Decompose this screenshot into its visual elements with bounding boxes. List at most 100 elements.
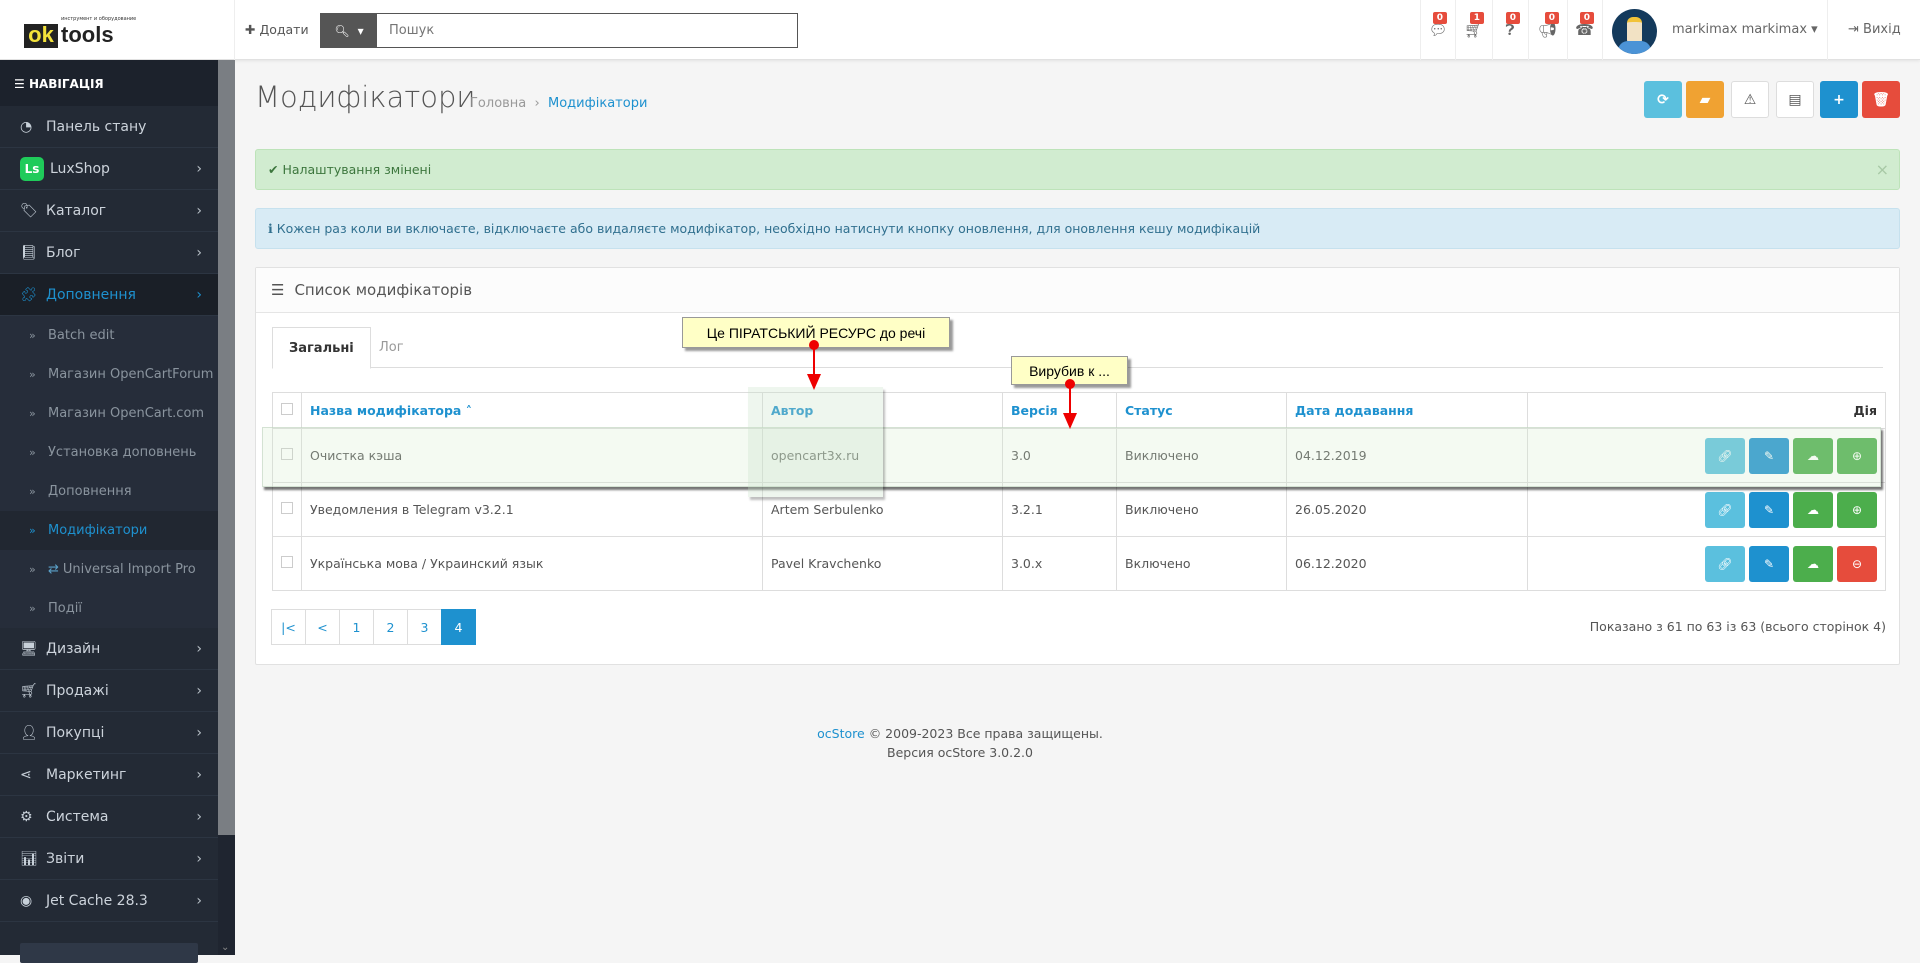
tab-log[interactable]: Лог (363, 327, 420, 368)
refresh-button[interactable]: ⟳ (1644, 81, 1682, 118)
breadcrumb-current[interactable]: Модифікатори (548, 96, 647, 111)
puzzle-icon: 🧩︎ (20, 286, 38, 303)
sidebar-subitem-extensions[interactable]: » Доповнення (0, 472, 218, 511)
double-chevron-icon: » (29, 329, 36, 342)
sidebar-item-marketing[interactable]: ⋖ Маркетинг › (0, 754, 218, 796)
cloud-download-icon: ☁ (1807, 448, 1819, 463)
sidebar-subitem-modifications[interactable]: » Модифікатори (0, 511, 218, 550)
search-input[interactable] (377, 14, 797, 47)
question-icon[interactable]: ❓︎ 0 (1492, 0, 1528, 60)
cell-date: 26.05.2020 (1286, 482, 1528, 537)
sort-status[interactable]: Статус (1116, 392, 1287, 429)
download-button[interactable]: ☁ (1793, 545, 1833, 582)
sidebar-subitem-events[interactable]: » Події (0, 589, 218, 628)
disable-button[interactable]: ⊖ (1837, 545, 1877, 582)
double-chevron-icon: » (29, 446, 36, 459)
clear-button[interactable]: ▰ (1686, 81, 1724, 118)
download-button[interactable]: ☁ (1793, 437, 1833, 474)
add-button[interactable]: ✚ Додати (245, 22, 309, 37)
sidebar-item-reports[interactable]: 📊︎ Звіти › (0, 838, 218, 880)
sidebar-scrollbar[interactable]: ⌄ (218, 60, 235, 955)
sort-name[interactable]: Назва модифікатора ˄ (301, 392, 763, 429)
chevron-right-icon: › (196, 850, 202, 867)
plus-icon: ✚ (245, 22, 256, 37)
sort-version[interactable]: Версія (1002, 392, 1117, 429)
sidebar-item-system[interactable]: ⚙ Система › (0, 796, 218, 838)
user-menu[interactable]: markimax markimax ▾ (1672, 22, 1818, 37)
select-all-checkbox[interactable] (281, 403, 293, 415)
link-button[interactable]: 🔗︎ (1705, 545, 1745, 582)
page-2[interactable]: 2 (373, 609, 408, 645)
row-checkbox[interactable] (281, 502, 293, 514)
cell-name: Уведомления в Telegram v3.2.1 (301, 482, 763, 537)
actions-header: Дія (1527, 392, 1886, 429)
sidebar-item-jet-cache[interactable]: ◉ Jet Cache 28.3 › (0, 880, 218, 922)
download-button[interactable]: ☁ (1793, 491, 1833, 528)
log-button[interactable]: ▤ (1776, 81, 1814, 118)
double-chevron-icon: » (29, 368, 36, 381)
sidebar-subitem-universal-import[interactable]: » ⇄ Universal Import Pro (0, 550, 218, 589)
page-3[interactable]: 3 (407, 609, 442, 645)
chevron-right-icon: › (196, 244, 202, 261)
edit-button[interactable]: ✎ (1749, 437, 1789, 474)
logout-link[interactable]: ⇥ Вихід (1848, 22, 1901, 37)
sort-date[interactable]: Дата додавання (1286, 392, 1528, 429)
phone-icon[interactable]: ☎ 0 (1567, 0, 1602, 60)
search-type-dropdown[interactable]: 🔍︎ ▾ (321, 14, 377, 47)
enable-button[interactable]: ⊕ (1837, 491, 1877, 528)
add-modification-button[interactable]: + (1820, 81, 1858, 118)
link-icon: 🔗︎ (1717, 448, 1733, 463)
enable-button[interactable]: ⊕ (1837, 437, 1877, 474)
delete-button[interactable]: 🗑︎ (1862, 81, 1900, 118)
logo[interactable]: инструмент и оборудование ok tools (24, 16, 139, 48)
double-chevron-icon: » (29, 563, 36, 576)
sidebar-item-sales[interactable]: 🛒︎ Продажі › (0, 670, 218, 712)
avatar[interactable] (1612, 9, 1657, 54)
plus-icon: + (1833, 91, 1845, 108)
footer-brand-link[interactable]: ocStore (817, 726, 865, 741)
cell-version: 3.2.1 (1002, 482, 1117, 537)
bullhorn-icon[interactable]: 📢︎ 0 (1528, 0, 1567, 60)
sidebar-subitem-ocforum-store[interactable]: » Магазин OpenCartForum (0, 355, 218, 394)
warning-button[interactable]: ⚠ (1731, 81, 1769, 118)
tab-general[interactable]: Загальні (272, 327, 371, 369)
sidebar-item-design[interactable]: 🖥︎ Дизайн › (0, 628, 218, 670)
list-icon: ☰ (271, 281, 285, 299)
sidebar-item-blog[interactable]: 📘︎ Блог › (0, 232, 218, 274)
sidebar-item-luxshop[interactable]: Ls LuxShop › (0, 148, 218, 190)
link-icon: 🔗︎ (1717, 502, 1733, 517)
breadcrumb-home[interactable]: Головна (470, 96, 526, 111)
eraser-icon: ▰ (1699, 91, 1711, 108)
close-icon[interactable]: × (1876, 160, 1889, 179)
sidebar-item-catalog[interactable]: 🏷︎ Каталог › (0, 190, 218, 232)
sort-author[interactable]: Автор (762, 392, 1003, 429)
page-4[interactable]: 4 (441, 609, 476, 645)
page-1[interactable]: 1 (339, 609, 374, 645)
cell-name: Українська мова / Украинский язык (301, 536, 763, 591)
page-prev[interactable]: < (305, 609, 340, 645)
comment-icon[interactable]: 💬︎ 0 (1421, 0, 1455, 60)
edit-button[interactable]: ✎ (1749, 545, 1789, 582)
top-header: инструмент и оборудование ok tools ✚ Дод… (0, 0, 1920, 60)
cell-author: opencart3x.ru (762, 428, 1003, 483)
edit-button[interactable]: ✎ (1749, 491, 1789, 528)
page-first[interactable]: |< (271, 609, 306, 645)
table-row: Очистка кэша opencart3x.ru 3.0 Виключено… (272, 428, 1886, 483)
sidebar-subitem-opencart-store[interactable]: » Магазин OpenCart.com (0, 394, 218, 433)
double-chevron-icon: » (29, 485, 36, 498)
pagination-info: Показано з 61 по 63 із 63 (всього сторін… (1589, 619, 1886, 634)
link-button[interactable]: 🔗︎ (1705, 437, 1745, 474)
sidebar-item-extensions[interactable]: 🧩︎ Доповнення › (0, 274, 218, 316)
chevron-right-icon: › (196, 808, 202, 825)
nav-title: ☰ НАВІГАЦІЯ (0, 60, 218, 106)
link-button[interactable]: 🔗︎ (1705, 491, 1745, 528)
sidebar-item-dashboard[interactable]: ◔ Панель стану (0, 106, 218, 148)
annotation-arrow (807, 340, 821, 390)
row-checkbox[interactable] (281, 556, 293, 568)
sidebar-subitem-installer[interactable]: » Установка доповнень (0, 433, 218, 472)
row-checkbox[interactable] (281, 448, 293, 460)
sidebar-subitem-batch-edit[interactable]: » Batch edit (0, 316, 218, 355)
cart-icon[interactable]: 🛒︎ 1 (1455, 0, 1492, 60)
chevron-down-icon: ⌄ (221, 942, 230, 953)
cell-version: 3.0.x (1002, 536, 1117, 591)
